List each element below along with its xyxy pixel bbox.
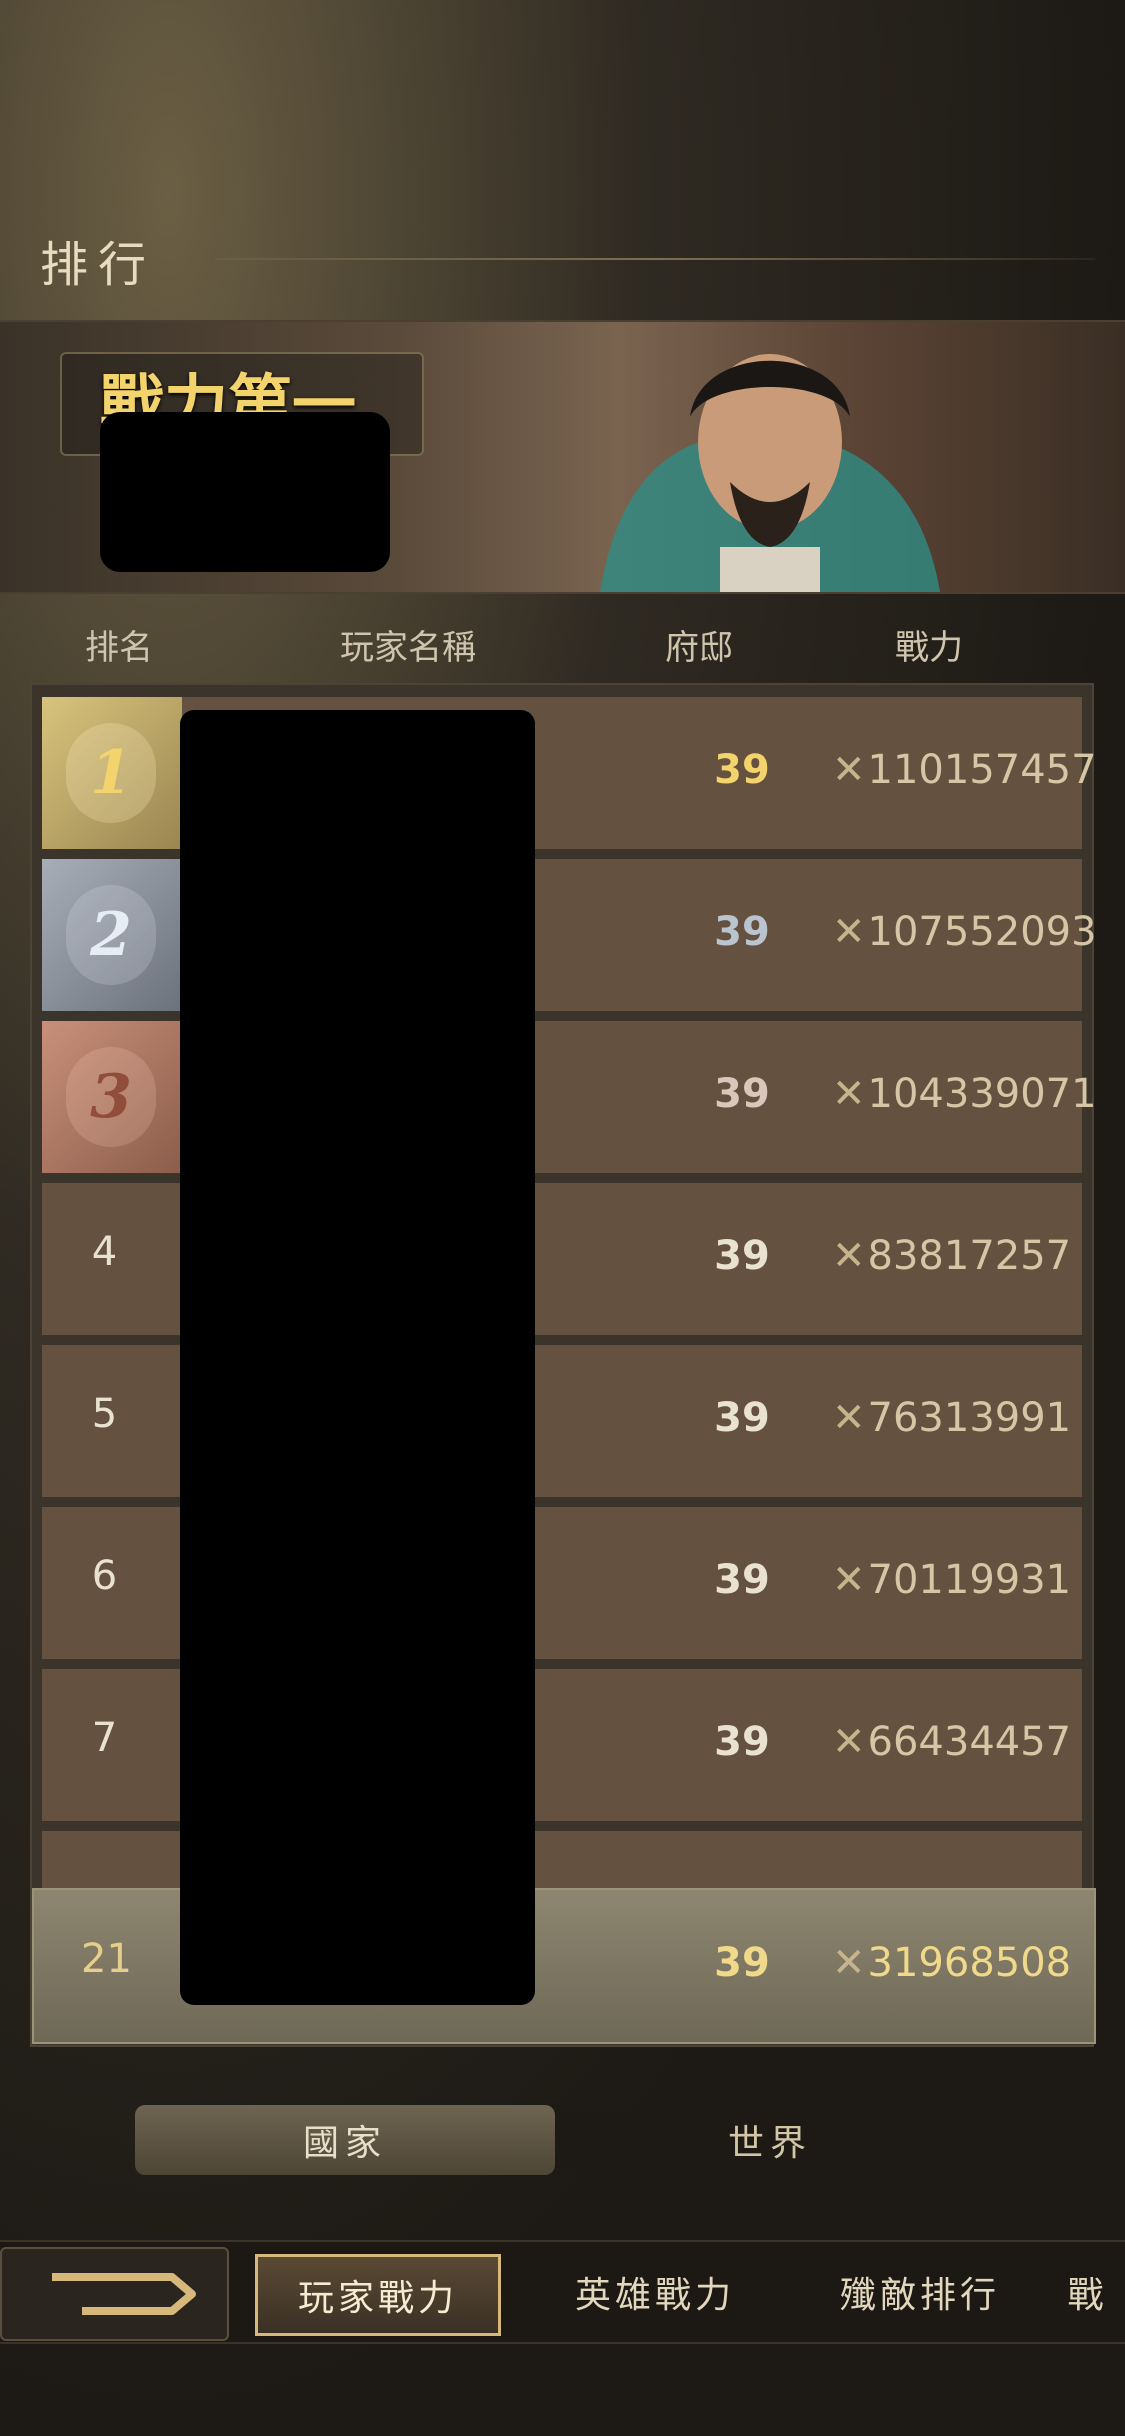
tab-hero-power[interactable]: 英雄戰力 bbox=[535, 2254, 775, 2330]
rank-number: 7 bbox=[91, 1715, 118, 1761]
rank-cell: 1 bbox=[42, 697, 182, 849]
sword-icon: ✕ bbox=[832, 1940, 866, 1986]
sword-icon: ✕ bbox=[832, 909, 866, 955]
my-rank-number: 21 bbox=[81, 1936, 132, 1982]
redacted-player-info bbox=[100, 412, 390, 572]
silver-medal-icon: 2 bbox=[66, 885, 156, 985]
col-player: 玩家名稱 bbox=[340, 628, 476, 668]
back-arrow-icon bbox=[52, 2273, 196, 2315]
sword-icon: ✕ bbox=[832, 1719, 866, 1765]
mansion-level: 39 bbox=[714, 1719, 770, 1765]
col-power: 戰力 bbox=[895, 628, 963, 668]
rank-number: 6 bbox=[91, 1553, 118, 1599]
gold-medal-icon: 1 bbox=[66, 723, 156, 823]
bottom-tab-bar: 玩家戰力 英雄戰力 殲敵排行 戰 bbox=[0, 2240, 1125, 2344]
page-title: 排行 bbox=[40, 237, 157, 293]
column-header: 排名 玩家名稱 府邸 戰力 bbox=[0, 600, 1125, 680]
scope-filter: 國家 世界 bbox=[135, 2105, 985, 2175]
mansion-level: 39 bbox=[714, 1557, 770, 1603]
rank-number: 5 bbox=[91, 1391, 118, 1437]
sword-icon: ✕ bbox=[832, 747, 866, 793]
filter-world-button[interactable]: 世界 bbox=[560, 2105, 980, 2175]
tab-more[interactable]: 戰 bbox=[1050, 2254, 1125, 2330]
mansion-level: 39 bbox=[714, 909, 770, 955]
sword-icon: ✕ bbox=[832, 1557, 866, 1603]
mansion-level: 39 bbox=[714, 747, 770, 793]
sword-icon: ✕ bbox=[832, 1395, 866, 1441]
rank-cell: 3 bbox=[42, 1021, 182, 1173]
power-value: ✕110157457 bbox=[832, 747, 1097, 793]
rank-cell: 2 bbox=[42, 859, 182, 1011]
filter-country-button[interactable]: 國家 bbox=[135, 2105, 555, 2175]
power-value: ✕76313991 bbox=[832, 1395, 1072, 1441]
mansion-level: 39 bbox=[714, 1071, 770, 1117]
my-mansion-level: 39 bbox=[714, 1940, 770, 1986]
bronze-medal-icon: 3 bbox=[66, 1047, 156, 1147]
mansion-level: 39 bbox=[714, 1395, 770, 1441]
rank-number: 4 bbox=[91, 1229, 118, 1275]
tab-player-power[interactable]: 玩家戰力 bbox=[255, 2254, 501, 2336]
my-power-value: ✕31968508 bbox=[832, 1940, 1072, 1986]
title-divider bbox=[215, 258, 1095, 260]
sword-icon: ✕ bbox=[832, 1071, 866, 1117]
col-rank: 排名 bbox=[85, 628, 153, 668]
mansion-level: 39 bbox=[714, 1233, 770, 1279]
sword-icon: ✕ bbox=[832, 1233, 866, 1279]
back-button[interactable] bbox=[0, 2247, 229, 2341]
hero-portrait-icon bbox=[600, 354, 940, 592]
col-mansion: 府邸 bbox=[665, 628, 733, 668]
tab-kill-ranking[interactable]: 殲敵排行 bbox=[800, 2254, 1040, 2330]
power-value: ✕70119931 bbox=[832, 1557, 1072, 1603]
top-player-banner: 戰力第一 bbox=[0, 320, 1125, 594]
power-value: ✕104339071 bbox=[832, 1071, 1097, 1117]
redacted-player-names bbox=[180, 710, 535, 2005]
power-value: ✕66434457 bbox=[832, 1719, 1072, 1765]
power-value: ✕83817257 bbox=[832, 1233, 1072, 1279]
power-value: ✕107552093 bbox=[832, 909, 1097, 955]
